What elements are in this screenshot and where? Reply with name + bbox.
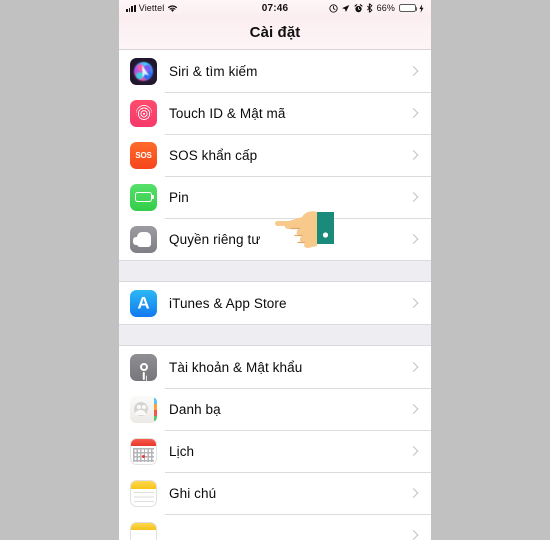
chevron-right-icon (408, 404, 419, 414)
page-title: Cài đặt (249, 24, 301, 41)
settings-row-label: Ghi chú (169, 485, 217, 501)
status-bar-right: 66% (329, 3, 424, 13)
settings-row-label: Tài khoản & Mật khẩu (169, 359, 303, 375)
settings-row-label: Danh bạ (169, 401, 221, 417)
battery-icon (398, 3, 418, 13)
chevron-right-icon (408, 446, 419, 456)
settings-row-siri-search[interactable]: Siri & tìm kiếm (119, 50, 431, 92)
navigation-bar: Cài đặt (119, 16, 431, 50)
calendar-icon (130, 437, 157, 465)
settings-row-label: Pin (169, 189, 189, 205)
section-accounts: Tài khoản & Mật khẩu Danh bạ Lịch Ghi ch… (119, 346, 431, 540)
settings-row-battery[interactable]: Pin (119, 176, 431, 218)
bluetooth-icon (367, 3, 373, 13)
battery-icon (130, 183, 157, 211)
settings-list[interactable]: Siri & tìm kiếm Touch ID & Mật mã SOS SO… (119, 50, 431, 540)
settings-row-label: Quyền riêng tư (169, 231, 261, 247)
app-store-icon: A (130, 289, 157, 317)
notes-icon (130, 479, 157, 507)
chevron-right-icon (408, 488, 419, 498)
chevron-right-icon (408, 362, 419, 372)
settings-row-partial-next[interactable] (119, 514, 431, 540)
phone-screen: Viettel 07:46 66% Cài đặt Siri & tìm kiế… (119, 0, 431, 540)
settings-row-contacts[interactable]: Danh bạ (119, 388, 431, 430)
settings-row-label: Touch ID & Mật mã (169, 105, 286, 121)
app-store-glyph: A (137, 293, 150, 312)
key-icon (130, 353, 157, 381)
section-store: A iTunes & App Store (119, 282, 431, 324)
settings-row-notes[interactable]: Ghi chú (119, 472, 431, 514)
settings-row-emergency-sos[interactable]: SOS SOS khẩn cấp (119, 134, 431, 176)
settings-row-label: Siri & tìm kiếm (169, 63, 258, 79)
contacts-icon (130, 395, 157, 423)
section-privacy: Siri & tìm kiếm Touch ID & Mật mã SOS SO… (119, 50, 431, 260)
chevron-right-icon (408, 298, 419, 308)
battery-percent-label: 66% (376, 3, 395, 13)
reminders-icon (130, 521, 157, 540)
chevron-right-icon (408, 150, 419, 160)
settings-row-accounts-passwords[interactable]: Tài khoản & Mật khẩu (119, 346, 431, 388)
location-arrow-icon (342, 4, 350, 12)
chevron-right-icon (408, 108, 419, 118)
status-bar: Viettel 07:46 66% (119, 0, 431, 16)
siri-icon (130, 57, 157, 85)
screenshot-root: Viettel 07:46 66% Cài đặt Siri & tìm kiế… (0, 0, 550, 540)
chevron-right-icon (408, 192, 419, 202)
charging-bolt-icon (419, 3, 424, 13)
section-gap (119, 260, 431, 282)
privacy-hand-icon (130, 225, 157, 253)
do-not-disturb-icon (329, 3, 338, 13)
settings-row-calendar[interactable]: Lịch (119, 430, 431, 472)
chevron-right-icon (408, 530, 419, 540)
alarm-clock-icon (354, 3, 363, 12)
chevron-right-icon (408, 66, 419, 76)
settings-row-itunes-app-store[interactable]: A iTunes & App Store (119, 282, 431, 324)
chevron-right-icon (408, 234, 419, 244)
sos-icon: SOS (130, 141, 157, 169)
settings-row-label: iTunes & App Store (169, 295, 287, 311)
settings-row-touch-id-passcode[interactable]: Touch ID & Mật mã (119, 92, 431, 134)
settings-row-privacy[interactable]: Quyền riêng tư (119, 218, 431, 260)
settings-row-label: SOS khẩn cấp (169, 147, 258, 163)
settings-row-label: Lịch (169, 443, 195, 459)
touch-id-icon (130, 99, 157, 127)
section-gap (119, 324, 431, 346)
